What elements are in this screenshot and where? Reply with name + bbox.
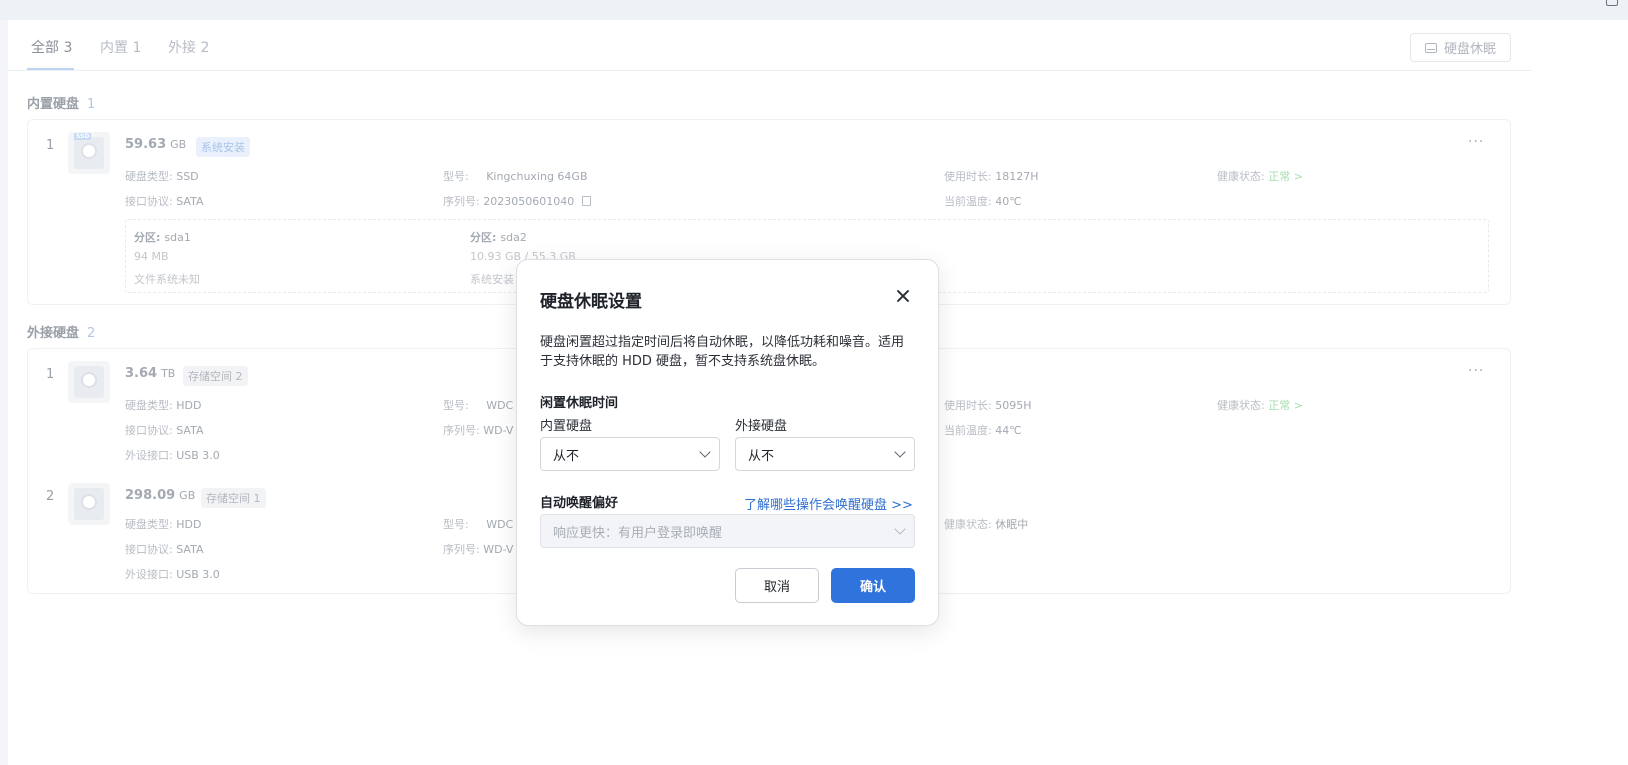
disk-sleep-label: 硬盘休眠 <box>1443 42 1496 57</box>
disk-capacity: 298.09 GB <box>125 488 196 503</box>
chevron-down-icon <box>894 523 906 535</box>
internal-disk-idle-select[interactable]: 从不 <box>540 437 720 471</box>
partition-filesystem: 系统安装 <box>470 273 514 286</box>
chevron-down-icon <box>894 446 906 458</box>
dialog-title: 硬盘休眠设置 <box>540 292 642 312</box>
storage-badge: 存储空间 2 <box>183 366 248 386</box>
disk-model: 型号: WDC <box>443 399 514 412</box>
disk-index: 1 <box>46 138 55 153</box>
disk-uptime: 使用时长: 5095H <box>944 399 1032 412</box>
partition-size: 94 MB <box>134 250 169 263</box>
external-section-label: 外接硬盘 <box>27 326 80 341</box>
disk-serial: 序列号: WD-V <box>443 543 514 556</box>
partition-filesystem: 文件系统未知 <box>134 273 200 286</box>
disk-health[interactable]: 健康状态: 正常 > <box>1217 168 1303 184</box>
hdd-icon <box>68 361 110 403</box>
external-disk-label: 外接硬盘 <box>735 419 788 434</box>
confirm-button[interactable]: 确认 <box>831 568 915 603</box>
disk-sleep-settings-dialog: 硬盘休眠设置 硬盘闲置超过指定时间后将自动休眠，以降低功耗和噪音。适用于支持休眠… <box>516 259 939 626</box>
external-disk-idle-select[interactable]: 从不 <box>735 437 915 471</box>
partition-name: 分区: sda2 <box>470 231 527 244</box>
disk-index: 1 <box>46 367 55 382</box>
disk-protocol: 接口协议: SATA <box>125 195 204 208</box>
external-disk-idle-value: 从不 <box>748 448 775 464</box>
auto-wake-select: 响应更快：有用户登录即唤醒 <box>540 514 915 548</box>
disk-health[interactable]: 健康状态: 正常 > <box>1217 397 1303 413</box>
disk-type: 硬盘类型: HDD <box>125 399 202 412</box>
disk-type: 硬盘类型: SSD <box>125 170 199 183</box>
window-restore-icon[interactable] <box>1606 0 1618 6</box>
disk-protocol: 接口协议: SATA <box>125 424 204 437</box>
disk-port: 外设接口: USB 3.0 <box>125 449 220 462</box>
wake-operations-link[interactable]: 了解哪些操作会唤醒硬盘 >> <box>744 494 913 513</box>
idle-sleep-time-label: 闲置休眠时间 <box>540 396 619 411</box>
hdd-icon <box>68 483 110 525</box>
disk-sleep-button[interactable]: 硬盘休眠 <box>1410 33 1511 62</box>
storage-badge: 存储空间 1 <box>201 488 266 508</box>
disk-type: 硬盘类型: HDD <box>125 518 202 531</box>
disk-index: 2 <box>46 489 55 504</box>
internal-section-label: 内置硬盘 <box>27 97 80 112</box>
ssd-icon: SSD <box>68 132 110 174</box>
internal-disk-label: 内置硬盘 <box>540 419 593 434</box>
disk-port: 外设接口: USB 3.0 <box>125 568 220 581</box>
tab-internal[interactable]: 内置 1 <box>100 37 141 57</box>
disk-temperature: 当前温度: 40℃ <box>944 195 1022 208</box>
close-icon[interactable] <box>894 287 912 305</box>
disk-model: 型号: Kingchuxing 64GB <box>443 170 588 183</box>
disk-temperature: 当前温度: 44℃ <box>944 424 1022 437</box>
left-strip <box>0 20 8 765</box>
more-options-icon[interactable]: ··· <box>1468 134 1484 150</box>
disk-health: 健康状态: 休眠中 <box>944 518 1029 531</box>
active-tab-indicator <box>27 68 74 70</box>
dialog-description: 硬盘闲置超过指定时间后将自动休眠，以降低功耗和噪音。适用于支持休眠的 HDD 硬… <box>540 335 905 369</box>
internal-section-title: 内置硬盘 1 <box>27 93 95 112</box>
system-install-badge: 系统安装 <box>196 137 250 157</box>
tab-external[interactable]: 外接 2 <box>168 37 209 57</box>
cancel-button[interactable]: 取消 <box>735 568 819 603</box>
hard-disk-icon <box>1424 42 1437 53</box>
copy-icon[interactable] <box>582 196 592 206</box>
auto-wake-value: 响应更快：有用户登录即唤醒 <box>553 525 723 541</box>
disk-model: 型号: WDC <box>443 518 514 531</box>
disk-capacity: 59.63 GB <box>125 137 187 152</box>
external-section-title: 外接硬盘 2 <box>27 322 95 341</box>
partition-name: 分区: sda1 <box>134 231 191 244</box>
disk-protocol: 接口协议: SATA <box>125 543 204 556</box>
disk-serial: 序列号: WD-V <box>443 424 514 437</box>
internal-section-count: 1 <box>87 97 96 112</box>
disk-serial: 序列号: 2023050601040 <box>443 193 592 209</box>
external-section-count: 2 <box>87 326 96 341</box>
tab-bar: 全部 3 内置 1 外接 2 硬盘休眠 <box>8 20 1532 71</box>
disk-capacity: 3.64 TB <box>125 366 176 381</box>
top-bar <box>0 0 1628 20</box>
internal-disk-idle-value: 从不 <box>553 448 580 464</box>
tab-all[interactable]: 全部 3 <box>31 37 72 57</box>
chevron-down-icon <box>699 446 711 458</box>
auto-wake-preference-label: 自动唤醒偏好 <box>540 496 619 511</box>
more-options-icon[interactable]: ··· <box>1468 363 1484 379</box>
disk-uptime: 使用时长: 18127H <box>944 170 1039 183</box>
